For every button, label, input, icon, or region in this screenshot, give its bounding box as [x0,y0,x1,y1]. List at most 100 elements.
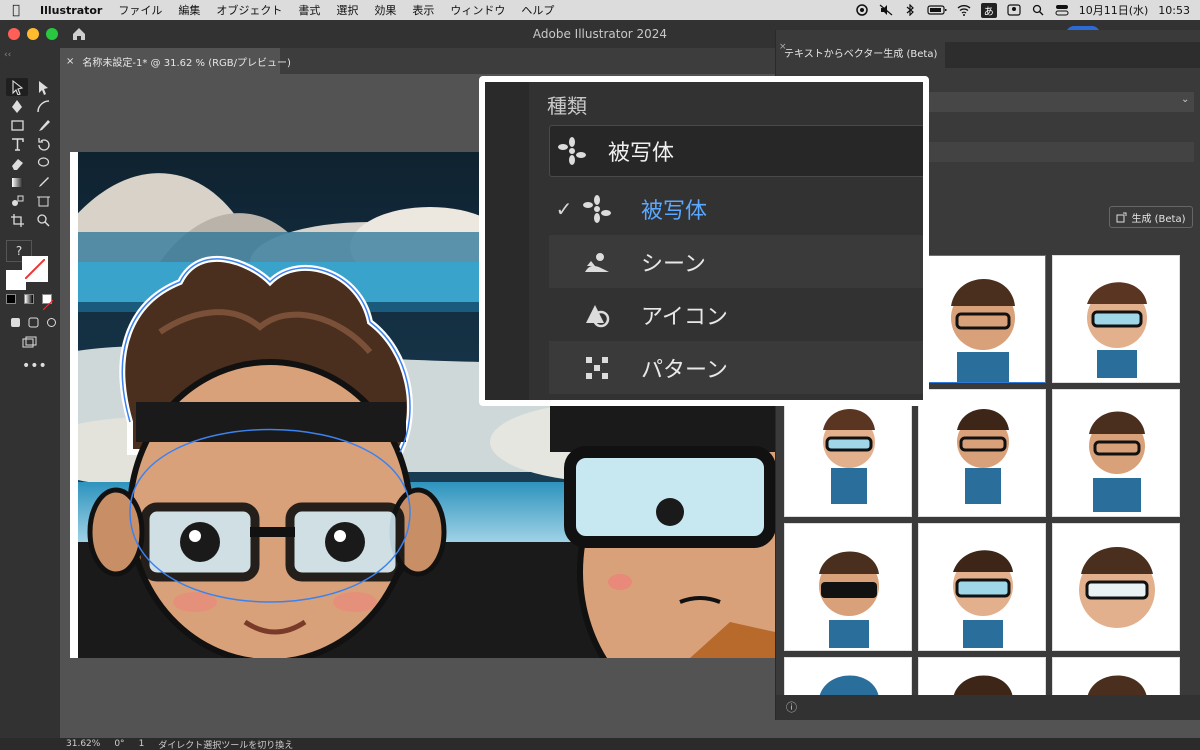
type-select-value: 被写体 [608,141,675,166]
menu-window[interactable]: ウィンドウ [442,2,513,18]
variation-thumbnail[interactable] [1052,255,1180,383]
user-icon[interactable] [1007,4,1021,16]
mute-icon[interactable] [879,4,893,16]
gradient-tool[interactable] [6,173,28,191]
color-mode-button[interactable] [6,294,16,304]
apple-menu-icon[interactable]:  [0,3,32,18]
type-option-pattern[interactable]: パターン [549,341,923,394]
variation-thumbnail[interactable] [784,657,912,695]
icon-icon [586,304,610,327]
menu-view[interactable]: 表示 [404,2,442,18]
menu-edit[interactable]: 編集 [170,2,208,18]
panel-close-icon[interactable]: × [779,42,787,52]
menu-type[interactable]: 書式 [290,2,328,18]
pen-tool[interactable] [6,97,28,115]
variation-thumbnail[interactable] [1052,389,1180,517]
eraser-tool[interactable] [6,154,28,172]
minimize-window-button[interactable] [27,28,39,40]
type-option-scene[interactable]: シーン [549,235,923,288]
creative-cloud-icon[interactable] [855,4,869,16]
artboard-tool[interactable] [32,192,54,210]
rectangle-tool[interactable] [6,116,28,134]
type-option-subject[interactable]: ✓ 被写体 [549,182,923,235]
menubar-date[interactable]: 10月11日(水) [1079,2,1149,18]
variation-thumbnail[interactable] [1052,657,1180,695]
panel-grip-icon[interactable]: ‹‹ [4,50,11,60]
type-option-label: シーン [641,251,706,277]
variation-thumbnail[interactable] [784,389,912,517]
draw-inside-icon[interactable] [40,313,62,331]
curvature-tool[interactable] [32,97,54,115]
callout-canvas-strip [485,82,529,400]
type-option-label: アイコン [641,304,728,330]
panel-title[interactable]: テキストからベクター生成 (Beta) [776,42,946,68]
battery-icon[interactable] [927,4,947,16]
type-option-label: パターン [641,357,728,383]
type-tool[interactable] [6,135,28,153]
menu-effect[interactable]: 効果 [366,2,404,18]
scene-icon [585,252,609,272]
document-tabbar: × 名称未設定-1* @ 31.62 % (RGB/プレビュー) [60,48,775,74]
variation-thumbnail[interactable] [1052,523,1180,651]
type-option-icon[interactable]: アイコン [549,288,923,341]
menu-help[interactable]: ヘルプ [513,2,562,18]
menubar-time[interactable]: 10:53 [1158,4,1190,17]
control-center-icon[interactable] [1055,4,1069,16]
type-option-label: 被写体 [641,198,708,224]
none-mode-button[interactable] [42,294,54,311]
variation-thumbnail[interactable] [918,657,1046,695]
spotlight-search-icon[interactable] [1031,4,1045,16]
gradient-mode-button[interactable] [24,294,34,304]
macos-menubar:  Illustrator ファイル 編集 オブジェクト 書式 選択 効果 表示… [0,0,1200,20]
variation-thumbnail[interactable] [784,523,912,651]
document-tab-label: 名称未設定-1* @ 31.62 % (RGB/プレビュー) [82,57,291,69]
subject-icon [558,137,586,165]
variation-thumbnail[interactable] [918,255,1046,383]
status-bar: 31.62% 0° 1 ダイレクト選択ツールを切り換え [0,738,1200,750]
artboard-number[interactable]: 1 [139,739,145,749]
direct-selection-tool[interactable] [32,78,54,96]
menu-file[interactable]: ファイル [110,2,170,18]
bluetooth-icon[interactable] [903,4,917,16]
rotate-tool[interactable] [32,135,54,153]
screen-mode-icon[interactable] [18,334,40,352]
input-mode-indicator[interactable]: あ [980,2,997,18]
crop-image-tool[interactable] [6,211,28,229]
more-tools-icon[interactable]: ••• [22,358,47,374]
menu-app-name[interactable]: Illustrator [32,4,110,17]
pattern-icon [586,356,608,379]
rotation-value[interactable]: 0° [114,739,124,749]
info-icon[interactable]: ⓘ [786,701,797,714]
zoom-window-button[interactable] [46,28,58,40]
blend-tool[interactable] [6,192,28,210]
chevron-down-icon[interactable]: ⌄ [1181,94,1189,105]
close-tab-icon[interactable]: × [66,56,74,67]
home-icon[interactable] [72,27,86,41]
panel-field[interactable] [916,92,1194,112]
paintbrush-tool[interactable] [32,116,54,134]
menu-object[interactable]: オブジェクト [208,2,290,18]
checkmark-icon: ✓ [555,196,573,221]
selection-tool[interactable] [6,78,28,96]
status-hint: ダイレクト選択ツールを切り換え [158,740,294,750]
type-label: 種類 [547,94,587,118]
variation-thumbnail[interactable] [918,389,1046,517]
lasso-tool[interactable] [32,154,54,172]
menu-select[interactable]: 選択 [328,2,366,18]
panel-field-secondary[interactable] [916,142,1194,162]
zoom-tool[interactable] [32,211,54,229]
generate-button[interactable]: 生成 (Beta) [1109,206,1193,228]
close-window-button[interactable] [8,28,20,40]
eyedropper-tool[interactable] [32,173,54,191]
variation-thumbnail[interactable] [918,523,1046,651]
generate-button-label: 生成 (Beta) [1131,213,1186,225]
stroke-swatch[interactable] [22,256,48,282]
type-select[interactable]: 被写体 [549,125,923,177]
wifi-icon[interactable] [957,4,971,16]
subject-icon [583,194,611,223]
panel-header: × テキストからベクター生成 (Beta) [776,42,1200,68]
zoom-level[interactable]: 31.62% [66,739,100,749]
document-tab[interactable]: × 名称未設定-1* @ 31.62 % (RGB/プレビュー) [60,48,291,74]
panel-footer: ⓘ [776,695,1200,720]
window-controls [0,28,58,40]
